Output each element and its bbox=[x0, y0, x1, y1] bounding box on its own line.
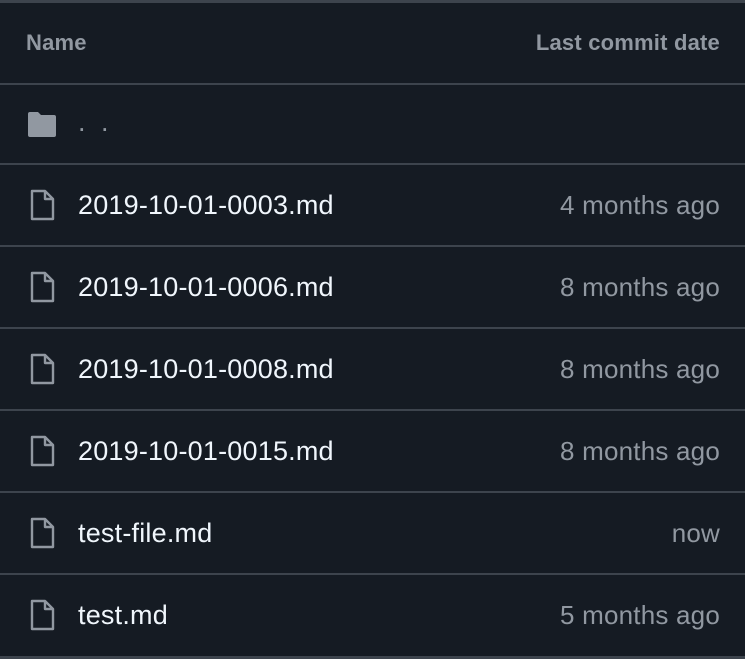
name-cell: test.md bbox=[26, 599, 168, 631]
file-icon bbox=[26, 271, 58, 303]
last-commit-date: now bbox=[671, 517, 720, 548]
last-commit-date: 8 months ago bbox=[560, 271, 720, 302]
column-header-last-commit-date: Last commit date bbox=[535, 30, 720, 55]
file-icon bbox=[26, 517, 58, 549]
file-name-link[interactable]: test.md bbox=[78, 600, 168, 631]
name-cell: 2019-10-01-0015.md bbox=[26, 435, 334, 467]
file-row[interactable]: 2019-10-01-0003.md 4 months ago bbox=[0, 165, 745, 247]
file-name-link[interactable]: 2019-10-01-0003.md bbox=[78, 190, 334, 221]
last-commit-date: 8 months ago bbox=[560, 353, 720, 384]
file-icon bbox=[26, 599, 58, 631]
file-icon bbox=[26, 189, 58, 221]
table-header: Name Last commit date bbox=[0, 3, 745, 85]
name-cell: 2019-10-01-0006.md bbox=[26, 271, 334, 303]
file-name-link[interactable]: 2019-10-01-0015.md bbox=[78, 436, 334, 467]
file-name-link[interactable]: 2019-10-01-0006.md bbox=[78, 272, 334, 303]
name-cell: 2019-10-01-0008.md bbox=[26, 353, 334, 385]
name-cell: test-file.md bbox=[26, 517, 212, 549]
file-table: Name Last commit date . . 2019-10-01-000… bbox=[0, 0, 745, 659]
last-commit-date: 4 months ago bbox=[560, 189, 720, 220]
file-name-link[interactable]: 2019-10-01-0008.md bbox=[78, 354, 334, 385]
file-row[interactable]: 2019-10-01-0015.md 8 months ago bbox=[0, 411, 745, 493]
file-row[interactable]: 2019-10-01-0006.md 8 months ago bbox=[0, 247, 745, 329]
file-row[interactable]: 2019-10-01-0008.md 8 months ago bbox=[0, 329, 745, 411]
column-header-name: Name bbox=[26, 30, 87, 55]
folder-icon bbox=[26, 108, 58, 140]
parent-directory-link[interactable]: . . bbox=[78, 107, 113, 138]
parent-directory-row[interactable]: . . bbox=[0, 85, 745, 165]
name-cell: 2019-10-01-0003.md bbox=[26, 189, 334, 221]
file-icon bbox=[26, 435, 58, 467]
last-commit-date: 5 months ago bbox=[560, 599, 720, 630]
file-icon bbox=[26, 353, 58, 385]
file-row[interactable]: test.md 5 months ago bbox=[0, 575, 745, 655]
file-row[interactable]: test-file.md now bbox=[0, 493, 745, 575]
last-commit-date: 8 months ago bbox=[560, 435, 720, 466]
file-name-link[interactable]: test-file.md bbox=[78, 518, 212, 549]
name-cell: . . bbox=[26, 107, 113, 140]
